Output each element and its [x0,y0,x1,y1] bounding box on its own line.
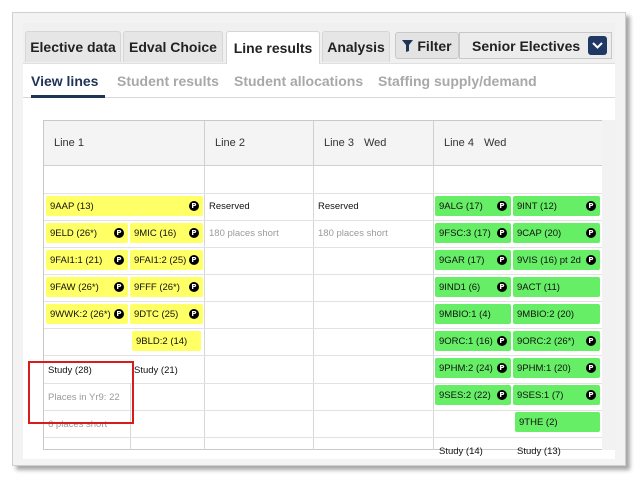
class-cell-9mbio-2[interactable]: 9MBIO:2 (20) [513,304,600,324]
class-cell-9cap[interactable]: 9CAP (20) P [513,223,600,243]
line-2-header[interactable]: Line 2 [205,121,314,165]
reserved-line3: Reserved [318,200,359,212]
line-4-title: Line 4 [444,137,474,149]
p-icon: P [189,228,199,238]
subtab-student-allocations[interactable]: Student allocations [234,73,363,89]
subtab-staffing-supply-demand[interactable]: Staffing supply/demand [378,73,537,89]
line-3-title: Line 3 [324,137,354,149]
class-cell-9gar[interactable]: 9GAR (17) P [435,250,511,270]
p-icon: P [497,201,507,211]
class-cell-9faw[interactable]: 9FAW (26*) P [46,277,128,297]
class-cell-9orc-1[interactable]: 9ORC:1 (16) P [435,331,511,351]
tab-line-results[interactable]: Line results [226,31,320,64]
tab-edval-choice[interactable]: Edval Choice [123,31,223,62]
grid-overflow-edge [602,120,615,450]
line-1-title: Line 1 [54,137,84,149]
highlight-annotation-box [28,361,134,424]
subtab-student-results[interactable]: Student results [117,73,219,89]
tab-analysis[interactable]: Analysis [322,31,390,62]
p-icon: P [586,228,596,238]
p-icon: P [497,255,507,265]
p-icon: P [114,282,124,292]
class-cell-9bld-2[interactable]: 9BLD:2 (14) [132,331,201,351]
filter-icon [402,39,414,52]
row-divider [44,165,604,166]
tab-elective-data[interactable]: Elective data [25,31,121,62]
class-cell-9aap[interactable]: 9AAP (13) P [46,196,203,216]
places-short-line3: 180 places short [318,227,388,239]
chevron-down-icon[interactable] [588,36,607,55]
select-value: Senior Electives [472,37,581,54]
p-icon: P [114,255,124,265]
class-cell-9fsc-3[interactable]: 9FSC:3 (17) P [435,223,511,243]
class-cell-9alg[interactable]: 9ALG (17) P [435,196,511,216]
class-cell-9vis[interactable]: 9VIS (16) pt 2d P [513,250,600,270]
row-divider [44,193,604,194]
class-cell-9dtc[interactable]: 9DTC (25) P [130,304,203,324]
class-cell-9fai1-1[interactable]: 9FAI1:1 (21) P [46,250,128,270]
row-divider [44,355,604,356]
p-icon: P [586,336,596,346]
class-cell-9act[interactable]: 9ACT (11) [513,277,600,297]
line-1-header[interactable]: Line 1 [44,121,205,165]
reserved-line2: Reserved [209,200,250,212]
subtab-view-lines[interactable]: View lines [31,73,98,89]
filter-label: Filter [417,37,452,54]
class-cell-9wwk-2[interactable]: 9WWK:2 (26*) P [46,304,128,324]
class-cell-9mic[interactable]: 9MIC (16) P [130,223,203,243]
sub-tab-bar: View lines Student results Student alloc… [23,63,615,98]
p-icon: P [586,390,596,400]
class-cell-9ind1[interactable]: 9IND1 (6) P [435,277,511,297]
p-icon: P [497,228,507,238]
line-3-header[interactable]: Line 3 Wed [314,121,434,165]
p-icon: P [497,282,507,292]
p-icon: P [114,228,124,238]
line-4-day: Wed [483,137,507,149]
study-count-line4-a: Study (14) [439,445,483,457]
p-icon: P [586,255,596,265]
active-subtab-underline [31,95,105,98]
line-3-day: Wed [363,137,387,149]
p-icon: P [497,336,507,346]
column-divider [433,165,434,450]
class-cell-9fff[interactable]: 9FFF (26*) P [130,277,203,297]
study-count-line1-b: Study (21) [134,364,178,376]
places-short-line2: 180 places short [209,227,279,239]
class-cell-9phm-2[interactable]: 9PHM:2 (24) P [435,358,511,378]
p-icon: P [189,255,199,265]
p-icon: P [497,390,507,400]
row-divider [44,247,604,248]
line-2-title: Line 2 [215,137,245,149]
class-cell-9orc-2[interactable]: 9ORC:2 (26*) P [513,331,600,351]
class-cell-9phm-1[interactable]: 9PHM:1 (20) P [513,358,600,378]
p-icon: P [586,363,596,373]
p-icon: P [586,201,596,211]
class-cell-9ses-2[interactable]: 9SES:2 (22) P [435,385,511,405]
row-divider [44,274,604,275]
class-cell-9ses-1[interactable]: 9SES:1 (7) P [513,385,600,405]
class-cell-9the[interactable]: 9THE (2) [515,412,600,432]
row-divider [44,328,604,329]
class-cell-9mbio-1[interactable]: 9MBIO:1 (4) [435,304,511,324]
class-cell-9int[interactable]: 9INT (12) P [513,196,600,216]
p-icon: P [189,201,199,211]
line-4-header[interactable]: Line 4 Wed [434,121,604,165]
filter-button[interactable]: Filter [395,32,459,59]
p-icon: P [497,363,507,373]
main-tab-bar: Elective data Edval Choice Line results … [23,23,615,64]
class-cell-9eld[interactable]: 9ELD (26*) P [46,223,128,243]
study-count-line4-b: Study (13) [517,445,561,457]
row-divider [44,301,604,302]
elective-group-select[interactable]: Senior Electives [459,32,612,59]
p-icon: P [114,309,124,319]
p-icon: P [189,309,199,319]
row-divider [44,437,604,438]
class-cell-9fai1-2[interactable]: 9FAI1:2 (25) P [130,250,203,270]
p-icon: P [189,282,199,292]
row-divider [44,220,604,221]
